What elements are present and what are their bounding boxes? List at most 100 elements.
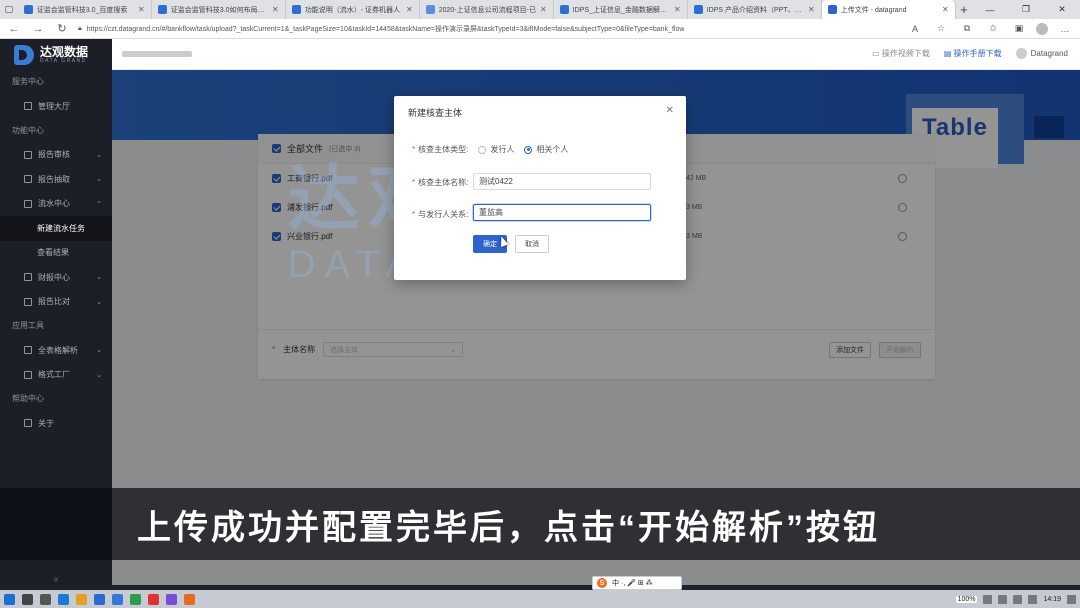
sidebar-item[interactable]: 全表格解析 ⌄ bbox=[0, 338, 112, 363]
breadcrumb bbox=[122, 51, 192, 57]
app-icon-5[interactable] bbox=[166, 593, 177, 605]
browser-tab[interactable]: 上传文件 - datagrand ✕ bbox=[821, 0, 956, 19]
tab-favicon-icon bbox=[157, 5, 167, 14]
sidebar-group-title: 应用工具 bbox=[12, 321, 44, 330]
cancel-button[interactable]: 取消 bbox=[515, 235, 549, 253]
brand-name-en: DATA GRAND bbox=[40, 57, 87, 64]
app-icon-2[interactable] bbox=[112, 593, 123, 605]
browser-tab[interactable]: 证监会监管科技3.0_百度搜索 ✕ bbox=[18, 0, 152, 19]
flow-icon bbox=[24, 199, 32, 208]
task-view-icon[interactable] bbox=[40, 593, 51, 605]
notification-icon[interactable] bbox=[1067, 594, 1076, 604]
tab-close-icon[interactable]: ✕ bbox=[540, 5, 547, 14]
subject-name-label: 核查主体名称: bbox=[418, 178, 469, 187]
tray-app-icon[interactable] bbox=[1028, 594, 1038, 604]
sidebar-subitem[interactable]: 查看结果 bbox=[0, 241, 112, 266]
reload-icon[interactable]: ↻ bbox=[54, 22, 70, 35]
app-icon-3[interactable] bbox=[130, 593, 141, 605]
url-field[interactable]: 🔒︎ https://czt.datagrand.cn/#/bankflow/t… bbox=[78, 24, 898, 34]
sidebar-item-label: 关于 bbox=[38, 418, 54, 428]
favorite-icon[interactable]: ☆ bbox=[932, 23, 950, 34]
chevron-icon: ⌃ bbox=[96, 200, 102, 208]
user-name: Datagrand bbox=[1030, 49, 1068, 58]
tab-close-icon[interactable]: ✕ bbox=[138, 5, 145, 14]
sidebar-item-label: 报告比对 bbox=[38, 297, 70, 307]
sidebar-item[interactable]: 报告比对 ⌄ bbox=[0, 290, 112, 315]
app-icon-6[interactable] bbox=[184, 593, 195, 605]
battery-status[interactable]: 100% bbox=[955, 595, 978, 603]
format-icon bbox=[24, 370, 32, 379]
app-icon-1[interactable] bbox=[94, 593, 105, 605]
tab-actions-icon[interactable]: ▢ bbox=[0, 0, 18, 19]
new-subject-dialog: 新建核查主体 ✕ * 核查主体类型: 发行人 相关个人 * 核查主体名称: 测试… bbox=[394, 96, 686, 280]
extensions-icon[interactable]: ⧉ bbox=[958, 23, 976, 34]
finance-icon bbox=[24, 273, 32, 282]
sidebar-item[interactable]: 财报中心 ⌄ bbox=[0, 265, 112, 290]
tab-close-icon[interactable]: ✕ bbox=[942, 5, 949, 14]
radio-related-person[interactable] bbox=[524, 145, 533, 154]
maximize-icon[interactable]: ❐ bbox=[1008, 0, 1044, 19]
close-window-icon[interactable]: ✕ bbox=[1044, 0, 1080, 19]
logo[interactable]: 达观数据 DATA GRAND bbox=[0, 39, 112, 70]
browser-tab[interactable]: 功能说明（流水）- 证券机器人 ✕ bbox=[286, 0, 420, 19]
read-aloud-icon[interactable]: A bbox=[906, 24, 924, 34]
more-menu-icon[interactable]: … bbox=[1056, 24, 1074, 34]
tab-close-icon[interactable]: ✕ bbox=[272, 5, 279, 14]
tab-close-icon[interactable]: ✕ bbox=[674, 5, 681, 14]
network-icon[interactable] bbox=[983, 594, 993, 604]
browser-tab[interactable]: IDPS_上证信息_金融数据解析平台 ✕ bbox=[554, 0, 688, 19]
close-icon[interactable]: ✕ bbox=[666, 105, 674, 116]
browser-tab[interactable]: IDPS 产品介绍资料（PPT、视频 ✕ bbox=[688, 0, 822, 19]
sidebar-item[interactable]: 格式工厂 ⌄ bbox=[0, 363, 112, 388]
sidebar-item[interactable]: 流水中心 ⌃ bbox=[0, 192, 112, 217]
ime-toolbar[interactable]: S 中 ·, 🎤 ⊞ ⁂ bbox=[592, 576, 682, 590]
relation-input[interactable]: 董监高 bbox=[473, 204, 651, 221]
sidebar-item[interactable]: 管理大厅 bbox=[0, 94, 112, 119]
volume-icon[interactable] bbox=[998, 594, 1008, 604]
chevron-icon: ⌄ bbox=[96, 371, 102, 379]
tab-favicon-icon bbox=[827, 5, 837, 14]
tab-title: 2020-上证信息公司流程项目-已 bbox=[438, 6, 536, 14]
chevron-icon: ⌄ bbox=[96, 274, 102, 282]
radio-issuer-label[interactable]: 发行人 bbox=[490, 144, 514, 155]
required-mark: * bbox=[412, 210, 416, 219]
sidebar-group-title: 服务中心 bbox=[12, 77, 44, 86]
tab-close-icon[interactable]: ✕ bbox=[808, 5, 815, 14]
minimize-icon[interactable]: — bbox=[972, 0, 1008, 19]
edge-icon[interactable] bbox=[58, 593, 69, 605]
sidebar-item[interactable]: 报告审核 ⌄ bbox=[0, 143, 112, 168]
browser-tab[interactable]: 2020-上证信息公司流程项目-已 ✕ bbox=[420, 0, 554, 19]
manual-download-link[interactable]: ▤ 操作手册下载 bbox=[944, 48, 1002, 59]
sidebar-item[interactable]: 关于 bbox=[0, 411, 112, 436]
radio-issuer[interactable] bbox=[478, 145, 487, 154]
clock[interactable]: 14:19 bbox=[1043, 596, 1061, 603]
collections-icon[interactable]: ▣ bbox=[1010, 23, 1028, 34]
lock-icon: 🔒︎ bbox=[78, 24, 82, 32]
radio-related-person-label[interactable]: 相关个人 bbox=[536, 144, 568, 155]
address-bar: ← → ↻ 🔒︎ https://czt.datagrand.cn/#/bank… bbox=[0, 19, 1080, 39]
user-avatar bbox=[1015, 48, 1027, 59]
favorites-bar-icon[interactable]: ✩ bbox=[984, 23, 1002, 34]
app-icon-4[interactable] bbox=[148, 593, 159, 605]
back-icon[interactable]: ← bbox=[6, 23, 22, 35]
audit-icon bbox=[24, 150, 32, 159]
home-icon bbox=[24, 102, 32, 111]
ime-indicator-icon[interactable] bbox=[1013, 594, 1023, 604]
forward-icon[interactable]: → bbox=[30, 23, 46, 35]
user-menu[interactable]: Datagrand bbox=[1015, 48, 1068, 59]
video-subtitle: 上传成功并配置完毕后，点击“开始解析”按钮 bbox=[0, 488, 1080, 560]
video-download-link[interactable]: ▭ 操作视频下载 bbox=[872, 48, 930, 59]
collapse-sidebar-icon[interactable]: « bbox=[0, 574, 112, 585]
windows-start-icon[interactable] bbox=[4, 593, 15, 605]
file-explorer-icon[interactable] bbox=[76, 593, 87, 605]
sidebar-item[interactable]: 报告抽取 ⌄ bbox=[0, 167, 112, 192]
search-icon[interactable] bbox=[22, 593, 33, 605]
sidebar-subitem[interactable]: 新建流水任务 bbox=[0, 216, 112, 241]
new-tab-button[interactable]: + bbox=[956, 0, 972, 19]
browser-tab[interactable]: 证监会监管科技3.0如何布局? 资 ✕ bbox=[152, 0, 286, 19]
profile-avatar[interactable] bbox=[1036, 22, 1048, 35]
tab-close-icon[interactable]: ✕ bbox=[406, 5, 413, 14]
brand-name: 达观数据 bbox=[40, 44, 89, 59]
chevron-icon: ⌄ bbox=[96, 176, 102, 184]
subject-name-input[interactable]: 测试0422 bbox=[473, 173, 651, 190]
